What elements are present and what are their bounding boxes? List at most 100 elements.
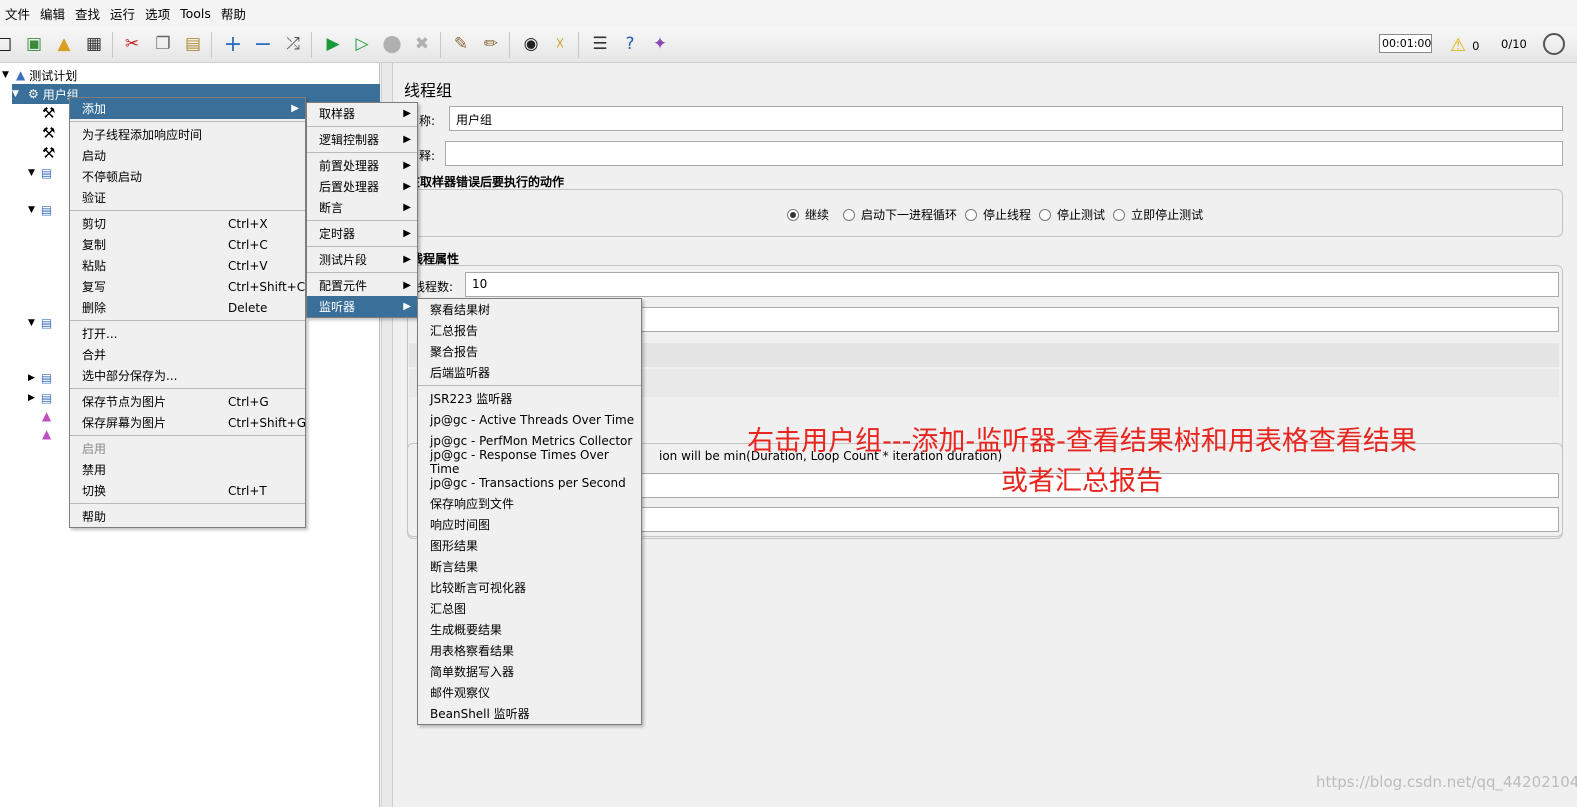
- new-icon[interactable]: □: [0, 32, 16, 56]
- expand-arrow-icon[interactable]: ▼: [0, 70, 14, 80]
- tree-node-child[interactable]: ▲: [42, 406, 51, 426]
- function-helper-icon[interactable]: ☰: [588, 32, 612, 56]
- clear-all-icon[interactable]: ✏: [479, 32, 503, 56]
- radio-stop-test-now[interactable]: [1113, 208, 1126, 221]
- threads-field[interactable]: 10: [465, 272, 1559, 297]
- tree-node-child[interactable]: ⚒: [42, 103, 55, 123]
- context-menu-item[interactable]: 粘贴 Ctrl+V: [70, 255, 305, 276]
- reset-search-icon[interactable]: ☓: [548, 32, 572, 56]
- comment-field[interactable]: [445, 141, 1563, 166]
- save-icon[interactable]: ▦: [82, 32, 106, 56]
- menu-search[interactable]: 查找: [70, 4, 105, 23]
- listener-submenu-item[interactable]: 聚合报告: [418, 341, 641, 362]
- context-menu-item[interactable]: 复写 Ctrl+Shift+C: [70, 276, 305, 297]
- menu-help[interactable]: 帮助: [216, 4, 251, 23]
- collapse-arrow-icon[interactable]: ▶: [28, 373, 35, 383]
- listener-submenu-item[interactable]: BeanShell 监听器: [418, 703, 641, 724]
- listener-submenu-item[interactable]: 用表格察看结果: [418, 640, 641, 661]
- context-menu-item[interactable]: 保存屏幕为图片 Ctrl+Shift+G: [70, 412, 306, 433]
- cut-icon[interactable]: ✂: [120, 32, 144, 56]
- startup-delay-field[interactable]: [633, 507, 1559, 532]
- menu-tools[interactable]: Tools: [175, 6, 216, 21]
- listener-submenu-item[interactable]: 比较断言可视化器: [418, 577, 641, 598]
- menu-file[interactable]: 文件: [0, 4, 35, 23]
- context-menu-item[interactable]: 启动: [70, 145, 305, 166]
- context-menu-item[interactable]: 为子线程添加响应时间: [70, 124, 305, 145]
- listener-submenu-item[interactable]: 保存响应到文件: [418, 493, 641, 514]
- listener-submenu-item[interactable]: 后端监听器: [418, 362, 641, 383]
- context-menu-item[interactable]: 保存节点为图片 Ctrl+G: [70, 391, 305, 412]
- tree-node-child[interactable]: ▼ ▤: [28, 313, 52, 333]
- shutdown-icon[interactable]: ✖: [410, 32, 434, 56]
- tree-node-child[interactable]: ⚒: [42, 143, 55, 163]
- tree-node-child[interactable]: ▼ ▤: [28, 163, 52, 183]
- add-submenu-item[interactable]: 测试片段 ▶: [307, 249, 417, 270]
- menu-edit[interactable]: 编辑: [35, 4, 70, 23]
- context-menu-item[interactable]: 禁用: [70, 459, 305, 480]
- warning-indicator[interactable]: ⚠ 0: [1450, 35, 1479, 56]
- tree-node-child[interactable]: ▼ ▤: [28, 200, 52, 220]
- help-icon[interactable]: ?: [618, 32, 642, 56]
- listener-submenu-item[interactable]: 汇总报告: [418, 320, 641, 341]
- expand-arrow-icon[interactable]: ▼: [12, 89, 24, 99]
- context-menu-item[interactable]: 打开...: [70, 323, 305, 344]
- context-menu-item[interactable]: 剪切 Ctrl+X: [70, 213, 305, 234]
- expand-arrow-icon[interactable]: ▼: [28, 205, 35, 215]
- listener-submenu-item[interactable]: 汇总图: [418, 598, 641, 619]
- radio-stop-thread[interactable]: [965, 208, 978, 221]
- menu-run[interactable]: 运行: [105, 4, 140, 23]
- listener-submenu-item[interactable]: 生成概要结果: [418, 619, 641, 640]
- listener-submenu-item[interactable]: 断言结果: [418, 556, 641, 577]
- open-icon[interactable]: ▲: [52, 32, 76, 56]
- context-menu-item[interactable]: 合并: [70, 344, 305, 365]
- listener-submenu-item[interactable]: 察看结果树: [418, 299, 641, 320]
- expand-arrow-icon[interactable]: ▼: [28, 168, 35, 178]
- expand-icon[interactable]: +: [221, 32, 245, 57]
- templates-icon[interactable]: ▣: [22, 32, 46, 56]
- listener-submenu-item[interactable]: JSR223 监听器: [418, 388, 641, 409]
- start-no-pause-icon[interactable]: ▷: [350, 32, 374, 56]
- add-submenu-item[interactable]: 监听器 ▶: [307, 296, 417, 317]
- toggle-icon[interactable]: ⤮: [281, 32, 305, 56]
- add-submenu-item[interactable]: 断言 ▶: [307, 197, 417, 218]
- radio-start-next-loop[interactable]: [843, 208, 856, 221]
- tree-node-child[interactable]: ▲: [42, 424, 51, 444]
- context-menu-item[interactable]: 切换 Ctrl+T: [70, 480, 305, 501]
- context-menu-item[interactable]: 删除 Delete: [70, 297, 305, 318]
- context-menu-item[interactable]: 选中部分保存为...: [70, 365, 305, 386]
- context-menu-item[interactable]: 添加 ▶: [70, 98, 305, 119]
- clear-icon[interactable]: ✎: [449, 32, 473, 56]
- stop-icon[interactable]: ⬤: [380, 32, 404, 56]
- context-menu-item[interactable]: 不停顿启动: [70, 166, 305, 187]
- copy-icon[interactable]: ❐: [151, 32, 175, 56]
- paste-icon[interactable]: ▤: [181, 32, 205, 56]
- listener-submenu-item[interactable]: 响应时间图: [418, 514, 641, 535]
- expand-arrow-icon[interactable]: ▼: [28, 318, 35, 328]
- add-submenu-item[interactable]: 配置元件 ▶: [307, 275, 417, 296]
- listener-submenu-item[interactable]: jp@gc - Active Threads Over Time: [418, 409, 641, 430]
- context-menu-item[interactable]: 验证: [70, 187, 305, 208]
- search-icon[interactable]: ◉: [519, 32, 543, 56]
- context-menu-item[interactable]: 复制 Ctrl+C: [70, 234, 305, 255]
- listener-submenu-item[interactable]: 图形结果: [418, 535, 641, 556]
- listener-submenu-item[interactable]: jp@gc - Transactions per Second: [418, 472, 641, 493]
- radio-continue[interactable]: [787, 208, 799, 221]
- listener-submenu-item[interactable]: 简单数据写入器: [418, 661, 641, 682]
- add-submenu-item[interactable]: 逻辑控制器 ▶: [307, 129, 417, 150]
- name-field[interactable]: 用户组: [449, 106, 1563, 131]
- collapse-icon[interactable]: −: [251, 32, 275, 57]
- tree-node-child[interactable]: ▶ ▤: [28, 388, 52, 408]
- tree-node-child[interactable]: ⚒: [42, 123, 55, 143]
- menu-options[interactable]: 选项: [140, 4, 175, 23]
- start-icon[interactable]: ▶: [321, 32, 345, 56]
- radio-stop-test[interactable]: [1039, 208, 1052, 221]
- add-submenu-item[interactable]: 后置处理器 ▶: [307, 176, 417, 197]
- listener-submenu-item[interactable]: jp@gc - Response Times Over Time: [418, 448, 641, 476]
- add-submenu-item[interactable]: 取样器 ▶: [307, 103, 417, 124]
- context-menu-item[interactable]: 帮助: [70, 506, 305, 527]
- collapse-arrow-icon[interactable]: ▶: [28, 393, 35, 403]
- listener-submenu-item[interactable]: 邮件观察仪: [418, 682, 641, 703]
- tree-node-child[interactable]: ▶ ▤: [28, 368, 52, 388]
- add-submenu-item[interactable]: 前置处理器 ▶: [307, 155, 417, 176]
- tree-node-test-plan[interactable]: ▼ ▲ 测试计划: [0, 65, 360, 85]
